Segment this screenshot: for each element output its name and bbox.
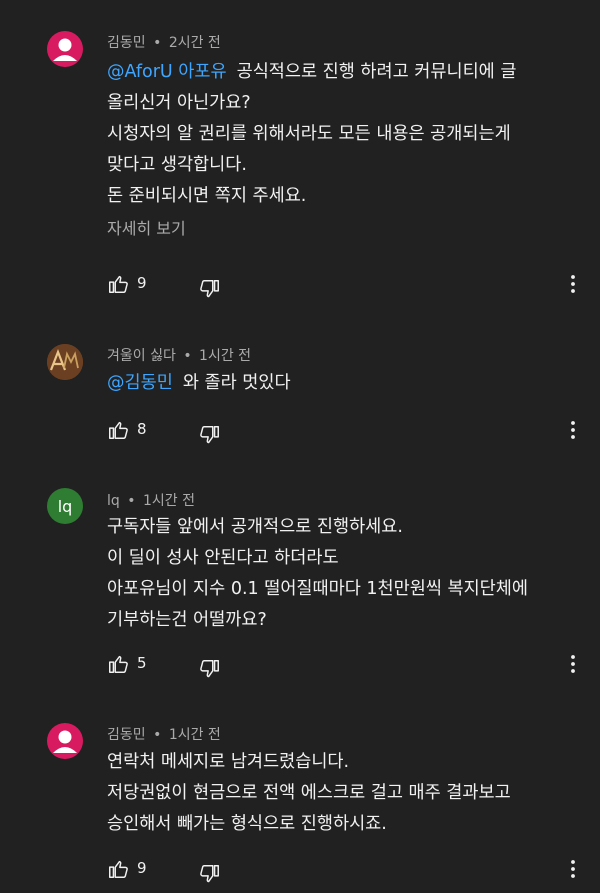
comment-actions: 8: [107, 419, 587, 446]
author-name[interactable]: 겨울이 싫다: [107, 348, 176, 364]
thumbs-up-icon[interactable]: [107, 273, 129, 295]
comment-text: @김동민 와 졸라 멋있다: [107, 368, 291, 399]
comment-actions: 5: [107, 653, 587, 680]
comment-line: 공식적으로 진행 하려고 커뮤니티에 글: [236, 62, 517, 82]
comment-meta: lq • 1시간 전: [107, 490, 195, 510]
comment-line: 구독자들 앞에서 공개적으로 진행하세요.: [107, 517, 403, 537]
mention-link[interactable]: @AforU 아포유: [107, 62, 227, 82]
timestamp[interactable]: 1시간 전: [143, 493, 195, 509]
timestamp[interactable]: 1시간 전: [169, 727, 221, 743]
default-user-icon: [53, 38, 77, 61]
like-count: 5: [137, 654, 147, 672]
meta-separator: •: [183, 348, 192, 364]
meta-separator: •: [153, 727, 162, 743]
thumbs-down-icon[interactable]: [199, 424, 221, 446]
comment-text: 구독자들 앞에서 공개적으로 진행하세요. 이 딜이 성사 안된다고 하더라도 …: [107, 512, 528, 636]
timestamp[interactable]: 1시간 전: [199, 348, 251, 364]
like-count: 9: [137, 859, 147, 877]
author-name[interactable]: lq: [107, 493, 120, 509]
comment-line: 기부하는건 어떨까요?: [107, 610, 267, 630]
avatar[interactable]: [47, 344, 83, 380]
comment-meta: 김동민 • 2시간 전: [107, 32, 221, 52]
comment-text: 연락처 메세지로 남겨드렸습니다. 저당권없이 현금으로 전액 에스크로 걸고 …: [107, 747, 511, 840]
comment-meta: 겨울이 싫다 • 1시간 전: [107, 345, 251, 365]
comment-line: 저당권없이 현금으로 전액 에스크로 걸고 매주 결과보고: [107, 783, 511, 803]
thumbs-down-icon[interactable]: [199, 863, 221, 885]
timestamp[interactable]: 2시간 전: [169, 35, 221, 51]
comment-text: @AforU 아포유 공식적으로 진행 하려고 커뮤니티에 글 올리신거 아닌가요…: [107, 57, 516, 212]
default-user-icon: [53, 730, 77, 753]
comment-actions: 9: [107, 858, 587, 885]
comment-line: 연락처 메세지로 남겨드렸습니다.: [107, 752, 350, 772]
more-options-icon[interactable]: [567, 419, 579, 441]
thumbs-up-icon[interactable]: [107, 653, 129, 675]
avatar[interactable]: [47, 31, 83, 67]
read-more-link[interactable]: 자세히 보기: [107, 215, 186, 239]
more-options-icon[interactable]: [567, 653, 579, 675]
author-name[interactable]: 김동민: [107, 727, 146, 743]
thumbs-up-icon[interactable]: [107, 858, 129, 880]
mention-link[interactable]: @김동민: [107, 373, 173, 393]
thumbs-down-icon[interactable]: [199, 658, 221, 680]
thumbs-up-icon[interactable]: [107, 419, 129, 441]
comment-line: 올리신거 아닌가요?: [107, 93, 251, 113]
more-options-icon[interactable]: [567, 858, 579, 880]
comment-line: 이 딜이 성사 안된다고 하더라도: [107, 548, 339, 568]
comment-meta: 김동민 • 1시간 전: [107, 724, 221, 744]
thumbs-down-icon[interactable]: [199, 278, 221, 300]
avatar[interactable]: [47, 723, 83, 759]
comment-line: 승인해서 빼가는 형식으로 진행하시죠.: [107, 814, 387, 834]
comment-line: 와 졸라 멋있다: [182, 373, 291, 393]
more-options-icon[interactable]: [567, 273, 579, 295]
comment-line: 시청자의 알 권리를 위해서라도 모든 내용은 공개되는게: [107, 124, 511, 144]
meta-separator: •: [127, 493, 136, 509]
avatar[interactable]: lq: [47, 488, 83, 524]
comment-line: 아포유님이 지수 0.1 떨어질때마다 1천만원씩 복지단체에: [107, 579, 528, 599]
channel-logo-icon: [47, 344, 83, 380]
avatar-initials: lq: [57, 496, 73, 516]
comment-actions: 9: [107, 273, 587, 300]
comment-line: 돈 준비되시면 쪽지 주세요.: [107, 186, 307, 206]
like-count: 9: [137, 274, 147, 292]
meta-separator: •: [153, 35, 162, 51]
comment-line: 맞다고 생각합니다.: [107, 155, 247, 175]
author-name[interactable]: 김동민: [107, 35, 146, 51]
like-count: 8: [137, 420, 147, 438]
